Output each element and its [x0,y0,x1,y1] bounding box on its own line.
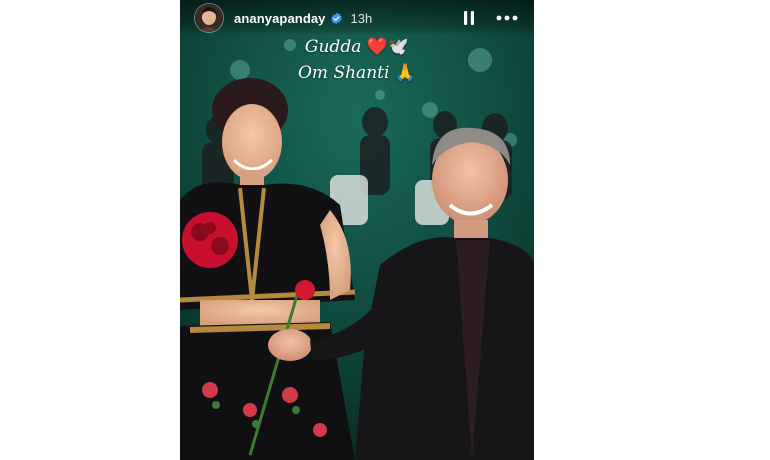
story-controls [462,10,518,26]
more-options-icon[interactable] [496,15,518,21]
post-time: 13h [350,10,373,26]
folded-hands-emoji: 🙏 [394,63,416,83]
story-viewer[interactable]: ananyapanday 13h Gudda ❤️🕊️ Om Shanti 🙏 [180,0,534,460]
pause-icon[interactable] [462,10,476,26]
caption-line-1: Gudda ❤️🕊️ [180,37,534,57]
profile-avatar[interactable] [194,3,224,33]
story-header: ananyapanday 13h [180,0,534,36]
caption-line-2: Om Shanti 🙏 [180,63,534,83]
username-link[interactable]: ananyapanday [234,11,326,26]
page: ananyapanday 13h Gudda ❤️🕊️ Om Shanti 🙏 [0,0,770,460]
caption-text: Gudda [304,37,362,57]
verified-badge-icon [330,12,343,25]
caption-text: Om Shanti [298,63,390,83]
avatar-image [195,4,223,32]
heart-dove-emoji: ❤️🕊️ [366,37,410,57]
